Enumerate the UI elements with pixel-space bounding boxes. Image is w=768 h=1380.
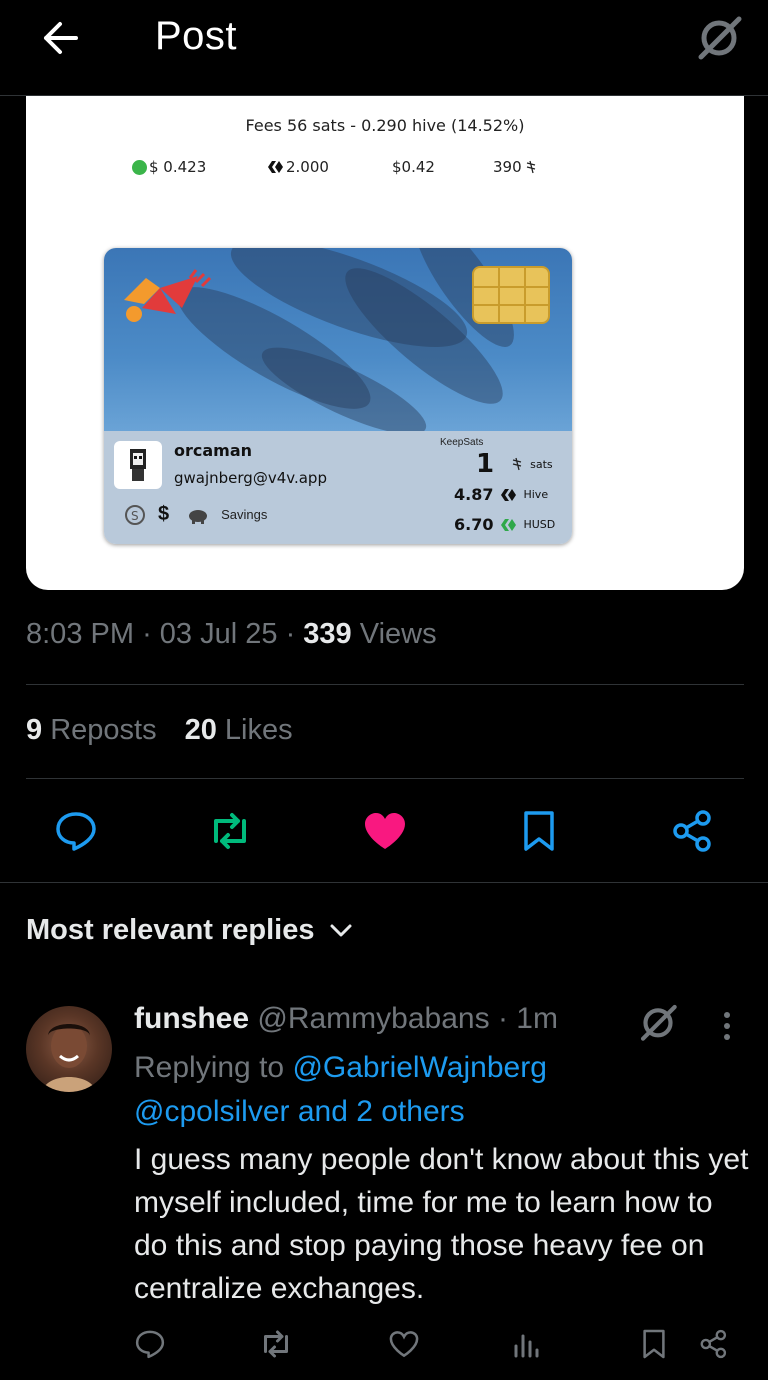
fee-usd-value: $0.42 (392, 158, 435, 176)
mention-link-others[interactable]: @cpolsilver and 2 others (134, 1095, 465, 1128)
like-button[interactable] (360, 806, 410, 856)
v4v-logo (124, 269, 212, 322)
arrow-left-icon (44, 22, 78, 54)
post-media-image[interactable]: Fees 56 sats - 0.290 hive (14.52%) $ 0.4… (26, 96, 744, 590)
wallet-card: orcaman gwajnberg@v4v.app S $ Savings Ke… (104, 248, 572, 544)
hive-coin-icon (268, 161, 283, 173)
bookmark-button[interactable] (514, 806, 564, 856)
share-button[interactable] (668, 806, 718, 856)
back-button[interactable] (38, 16, 82, 60)
card-info-panel: orcaman gwajnberg@v4v.app S $ Savings Ke… (104, 431, 572, 544)
svg-text:S: S (131, 509, 139, 523)
card-avatar (114, 441, 162, 489)
reply-bookmark-button[interactable] (632, 1322, 676, 1366)
card-username: orcaman (174, 441, 253, 460)
reply-avatar[interactable] (26, 1006, 112, 1092)
sats-icon (512, 457, 522, 471)
grok-button[interactable] (694, 12, 744, 62)
dollar-label: $ (158, 503, 170, 525)
likes-stat[interactable]: 20 Likes (185, 714, 293, 747)
reply-repost-button[interactable] (254, 1322, 298, 1366)
mention-link[interactable]: @GabrielWajnberg (292, 1051, 546, 1084)
fee-values-row: $ 0.423 2.000 $0.42 390 (26, 158, 744, 180)
card-chip (472, 266, 550, 324)
hive-balance: 4.87 Hive (454, 485, 549, 504)
card-address: gwajnberg@v4v.app (174, 469, 327, 487)
reply-button[interactable] (51, 806, 101, 856)
reply-text: I guess many people don't know about thi… (134, 1143, 749, 1305)
replies-sort-label: Most relevant replies (26, 914, 315, 946)
engagement-stats: 9 Reposts 20 Likes (26, 714, 293, 747)
savings-label: Savings (221, 507, 268, 522)
bookmark-icon (643, 1329, 665, 1359)
more-options-button[interactable] (712, 1004, 742, 1048)
card-background (104, 248, 572, 450)
exchange-icon: S (125, 504, 145, 525)
piggy-bank-icon (189, 509, 208, 524)
grok-icon (698, 16, 742, 60)
reply-grok-button[interactable] (636, 1000, 680, 1044)
divider (26, 778, 744, 779)
reply-like-button[interactable] (382, 1322, 426, 1366)
reply-time: 1m (516, 1002, 558, 1035)
reply-author-line: funshee @Rammybabans · 1m (134, 1002, 558, 1035)
reply-author-name[interactable]: funshee (134, 1002, 249, 1035)
chevron-down-icon (330, 924, 351, 936)
top-bar: Post (0, 0, 768, 96)
repost-button[interactable] (205, 806, 255, 856)
fee-hive-value: 2.000 (266, 158, 329, 176)
repost-icon (264, 1330, 288, 1358)
card-actions: S $ Savings (124, 503, 267, 526)
fee-hbd-value: $ 0.423 (132, 158, 206, 176)
divider (26, 684, 744, 685)
more-vertical-icon (724, 1012, 730, 1040)
profile-photo (42, 1024, 96, 1092)
grok-icon (640, 1004, 677, 1041)
sats-balance: 1 sats (476, 449, 553, 479)
reply-views-button[interactable] (504, 1322, 548, 1366)
post-timestamp: 8:03 PM · 03 Jul 25 · 339 Views (26, 618, 437, 650)
share-icon (700, 1329, 727, 1359)
pixel-avatar-icon (130, 449, 146, 481)
bookmark-icon (524, 811, 554, 851)
replies-sort-dropdown[interactable]: Most relevant replies (26, 914, 353, 947)
heart-filled-icon (365, 813, 405, 849)
sats-icon (526, 160, 535, 174)
replying-to: Replying to @GabrielWajnberg @cpolsilver… (134, 1051, 547, 1128)
repost-icon (214, 813, 246, 849)
comment-icon (135, 1330, 165, 1359)
fee-sats-value: 390 (493, 158, 538, 176)
reposts-stat[interactable]: 9 Reposts (26, 714, 157, 747)
share-icon (673, 810, 711, 852)
views-count: 339 (303, 618, 352, 650)
comment-icon (56, 812, 96, 851)
hbd-coin-icon (501, 518, 517, 531)
reply-comment-button[interactable] (128, 1322, 172, 1366)
heart-icon (389, 1331, 419, 1358)
page-title: Post (155, 14, 238, 58)
post-actions (0, 800, 768, 860)
hive-coin-icon (501, 488, 517, 501)
husd-balance: 6.70 HUSD (454, 515, 556, 534)
reply-author-handle[interactable]: @Rammybabans (257, 1002, 489, 1035)
hbd-coin-icon (132, 159, 147, 175)
reply-actions (0, 1318, 768, 1370)
divider (0, 882, 768, 883)
keepsats-label: KeepSats (440, 437, 484, 448)
reply-share-button[interactable] (692, 1322, 736, 1366)
fees-line: Fees 56 sats - 0.290 hive (14.52%) (245, 116, 525, 135)
bar-chart-icon (514, 1334, 539, 1358)
